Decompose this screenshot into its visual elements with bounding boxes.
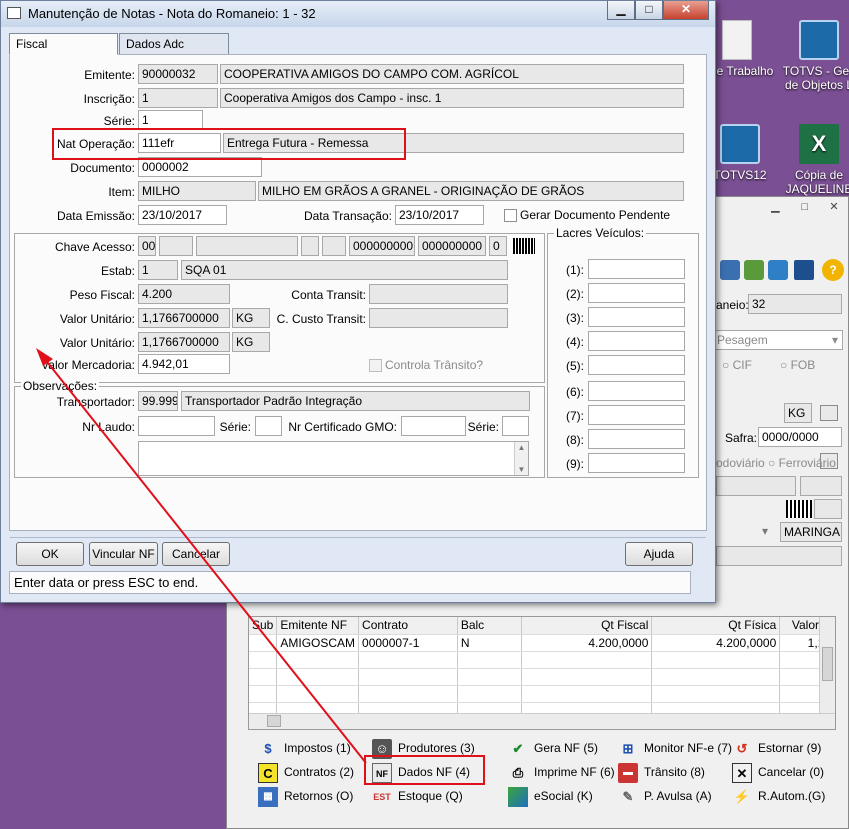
tab-fiscal[interactable]: Fiscal bbox=[9, 33, 118, 55]
annotation-arrow bbox=[36, 348, 367, 764]
